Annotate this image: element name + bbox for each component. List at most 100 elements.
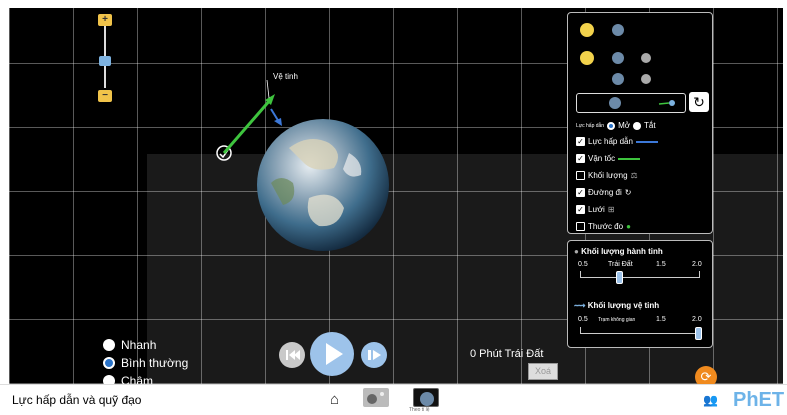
- step-forward-icon: [368, 350, 381, 360]
- clear-button[interactable]: Xoá: [528, 363, 558, 380]
- checkbox-gravity-force[interactable]: ✓ Lực hấp dẫn: [576, 137, 658, 146]
- velocity-arrow-icon: [618, 157, 641, 160]
- speed-slow[interactable]: Chậm: [103, 372, 188, 384]
- screen-to-scale-label: Theo tỉ lệ: [409, 407, 430, 413]
- checkbox-checked-icon: ✓: [576, 154, 585, 163]
- satellite-mass-title-text: Khối lượng vệ tinh: [587, 301, 660, 310]
- checkbox-checked-icon: ✓: [576, 205, 585, 214]
- speed-slow-label: Chậm: [121, 374, 154, 384]
- satellite-mass-slider[interactable]: [580, 333, 700, 334]
- home-icon[interactable]: ⌂: [330, 391, 339, 408]
- mass-panel: ● Khối lượng hành tinh 0.5 Trái Đất 1.5 …: [567, 240, 713, 348]
- slider-tick: [699, 271, 700, 277]
- moon-icon[interactable]: [641, 74, 651, 84]
- moon-icon[interactable]: [641, 53, 651, 63]
- sun-icon[interactable]: [580, 51, 594, 65]
- planet-mass-title-text: Khối lượng hành tinh: [581, 247, 663, 256]
- control-panel: ↻ Lực hấp dẫn Mở Tắt ✓ Lực hấp dẫn ✓ Vận…: [567, 12, 713, 234]
- checkbox-label: Lưới: [588, 205, 605, 214]
- gravity-off-label: Tắt: [644, 121, 656, 130]
- play-button[interactable]: [310, 332, 354, 376]
- speed-slow-radio[interactable]: [103, 375, 115, 384]
- slider-tick: [580, 327, 581, 333]
- satellite-label: Vệ tinh: [273, 72, 298, 81]
- speed-normal-radio[interactable]: [103, 357, 115, 369]
- checkbox-checked-icon: ✓: [576, 137, 585, 146]
- earth-icon: [609, 97, 621, 109]
- earth-icon[interactable]: [612, 73, 624, 85]
- planet-icon: ●: [574, 247, 579, 256]
- tick-label: 1.5: [656, 261, 666, 268]
- tick-label: Trạm không gian: [598, 317, 636, 323]
- reset-scenario-button[interactable]: ↻: [689, 92, 709, 112]
- gravity-on-radio[interactable]: [607, 121, 616, 130]
- tick-label: 0.5: [578, 316, 588, 323]
- screen-model-button[interactable]: [363, 388, 389, 407]
- tick-label: 1.5: [656, 316, 666, 323]
- play-area: + − Vệ tinh ↻ Lực hấp dẫn Mở Tắt ✓ Lực h…: [9, 8, 783, 384]
- earth-planet[interactable]: [257, 119, 389, 251]
- checkbox-label: Vận tốc: [588, 154, 616, 163]
- gravity-force-toggle: Lực hấp dẫn Mở Tắt: [576, 121, 656, 130]
- speed-fast-radio[interactable]: [103, 339, 115, 351]
- checkbox-unchecked-icon: [576, 222, 585, 231]
- checkbox-label: Khối lượng: [588, 171, 628, 180]
- reset-icon: ⟳: [700, 369, 712, 384]
- screen-to-scale-button[interactable]: [413, 388, 439, 407]
- rewind-button[interactable]: [279, 342, 305, 368]
- planet-mass-slider[interactable]: [580, 277, 700, 278]
- orbit-scene: [216, 79, 389, 251]
- checkbox-mass[interactable]: Khối lượng ⚖: [576, 171, 638, 180]
- reset-all-button[interactable]: ⟳: [695, 366, 717, 384]
- gravity-toggle-label: Lực hấp dẫn: [576, 122, 605, 129]
- tick-label: 2.0: [692, 261, 702, 268]
- app-root: + − Vệ tinh ↻ Lực hấp dẫn Mở Tắt ✓ Lực h…: [0, 0, 787, 415]
- checkbox-velocity[interactable]: ✓ Vận tốc: [576, 154, 641, 163]
- sun-icon[interactable]: [580, 23, 594, 37]
- satellite-icon: [669, 100, 675, 106]
- speed-options: Nhanh Bình thường Chậm: [103, 336, 188, 384]
- checkbox-label: Lực hấp dẫn: [588, 137, 633, 146]
- scenario-grid: [580, 23, 651, 85]
- planet-mass-thumb[interactable]: [616, 271, 624, 284]
- earth-icon[interactable]: [612, 52, 624, 64]
- checkbox-ruler[interactable]: Thước đo ●: [576, 222, 631, 231]
- checkbox-label: Thước đo: [588, 222, 624, 231]
- checkbox-unchecked-icon: [576, 171, 585, 180]
- sim-title: Lực hấp dẫn và quỹ đạo: [12, 393, 142, 407]
- selected-scenario-box[interactable]: [576, 93, 686, 113]
- satellite-label-pointer: [266, 79, 270, 99]
- satellite-mass-thumb[interactable]: [695, 327, 702, 340]
- people-icon[interactable]: 👥: [703, 393, 718, 407]
- play-icon: [326, 343, 343, 365]
- gravity-on-label: Mở: [618, 121, 631, 130]
- gravity-off-radio[interactable]: [633, 121, 642, 130]
- path-icon: ↻: [624, 188, 632, 197]
- satellite-icon: ⟿: [574, 301, 586, 310]
- tick-label: 0.5: [578, 261, 588, 268]
- checkbox-path[interactable]: ✓ Đường đi ↻: [576, 188, 631, 197]
- slider-tick: [580, 271, 581, 277]
- speed-fast-label: Nhanh: [121, 338, 157, 352]
- earth-icon[interactable]: [612, 24, 624, 36]
- navigation-bar: Lực hấp dẫn và quỹ đạo ⌂ Theo tỉ lệ 👥 Ph…: [0, 384, 787, 415]
- elapsed-time: 0 Phút Trái Đất: [470, 348, 544, 360]
- tick-label: Trái Đất: [608, 261, 633, 268]
- checkbox-grid[interactable]: ✓ Lưới ⊞: [576, 205, 615, 214]
- rewind-icon: [286, 350, 300, 360]
- speed-normal[interactable]: Bình thường: [103, 354, 188, 372]
- satellite-mass-title: ⟿ Khối lượng vệ tinh: [574, 301, 659, 310]
- scale-icon: ⚖: [630, 171, 638, 180]
- phet-logo[interactable]: PhET: [733, 389, 784, 412]
- velocity-arrow[interactable]: [222, 98, 273, 154]
- planet-mass-title: ● Khối lượng hành tinh: [574, 247, 663, 256]
- ruler-icon: ●: [626, 222, 631, 231]
- speed-fast[interactable]: Nhanh: [103, 336, 188, 354]
- gravity-arrow-icon: [635, 140, 658, 143]
- checkbox-checked-icon: ✓: [576, 188, 585, 197]
- tick-label: 2.0: [692, 316, 702, 323]
- speed-normal-label: Bình thường: [121, 356, 189, 370]
- step-button[interactable]: [361, 342, 387, 368]
- checkbox-label: Đường đi: [588, 188, 622, 197]
- grid-icon: ⊞: [607, 205, 615, 214]
